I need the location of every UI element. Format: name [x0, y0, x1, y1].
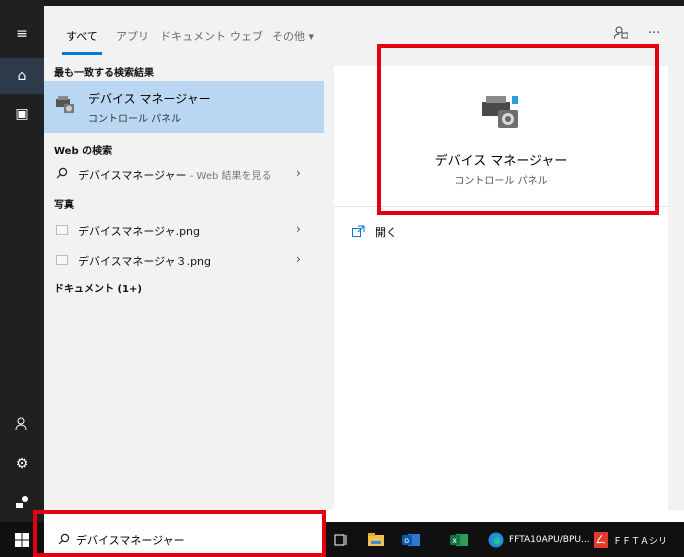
search-input[interactable]: デバイスマネージャー	[76, 532, 185, 548]
tab-apps[interactable]: アプリ	[116, 28, 149, 44]
section-documents[interactable]: ドキュメント (1+)	[54, 280, 142, 295]
detail-subtitle: コントロール パネル	[454, 176, 548, 187]
tab-web[interactable]: ウェブ	[230, 28, 263, 44]
hamburger-menu-icon[interactable]: ≡	[0, 16, 44, 52]
taskbar-app-pdf[interactable]: ＦＦＴＡシリ	[594, 531, 667, 549]
task-view-icon[interactable]	[334, 531, 348, 549]
svg-text:x: x	[452, 536, 457, 545]
feedback-person-icon[interactable]	[613, 26, 629, 44]
tab-documents[interactable]: ドキュメント	[160, 28, 226, 44]
excel-icon[interactable]: x	[450, 531, 468, 549]
web-search-item[interactable]: デバイスマネージャー - Web 結果を見る ›	[44, 162, 324, 188]
notebook-icon[interactable]: ▣	[0, 96, 44, 132]
outlook-icon[interactable]: o	[402, 531, 420, 549]
open-action[interactable]: 開く	[352, 224, 397, 240]
open-label: 開く	[375, 226, 397, 239]
chevron-right-icon[interactable]: ›	[296, 222, 301, 236]
image-file-icon	[56, 255, 68, 265]
best-match-subtitle: コントロール パネル	[88, 114, 182, 125]
feedback-icon[interactable]	[0, 484, 44, 520]
account-icon[interactable]	[0, 406, 44, 442]
photo-item[interactable]: デバイスマネージャ.png ›	[44, 218, 324, 244]
tab-more[interactable]: その他 ▾	[272, 28, 314, 44]
taskbar: o x FFTA10APU/BPU... ＦＦＴＡシリ	[326, 522, 684, 557]
more-options-icon[interactable]: ···	[648, 26, 660, 41]
taskbar-search-box[interactable]: デバイスマネージャー	[44, 522, 326, 557]
start-button[interactable]	[0, 522, 44, 557]
best-match-item[interactable]: デバイス マネージャー コントロール パネル	[44, 81, 324, 133]
search-icon	[56, 167, 68, 182]
results-pane: 最も一致する検索結果 デバイス マネージャー コントロール パネル Web の検…	[44, 58, 324, 510]
taskbar-app-label: ＦＦＴＡシリ	[613, 536, 668, 547]
file-explorer-icon[interactable]	[368, 531, 384, 549]
web-search-text: デバイスマネージャー - Web 結果を見る	[78, 169, 272, 182]
search-scope-tabs: すべて アプリ ドキュメント ウェブ その他 ▾ ···	[44, 0, 684, 58]
chevron-right-icon[interactable]: ›	[296, 252, 301, 266]
active-tab-indicator	[62, 52, 102, 55]
photo-name: デバイスマネージャ.png	[78, 225, 201, 238]
detail-header: デバイス マネージャー コントロール パネル	[334, 66, 668, 207]
device-manager-icon	[54, 93, 76, 118]
left-rail: ≡ ⌂ ▣ ⚙	[0, 0, 44, 522]
open-icon	[352, 225, 365, 240]
photo-name: デバイスマネージャ３.png	[78, 255, 212, 268]
taskbar-app-edge[interactable]: FFTA10APU/BPU...	[488, 531, 590, 549]
home-icon[interactable]: ⌂	[0, 58, 44, 94]
settings-gear-icon[interactable]: ⚙	[0, 446, 44, 482]
detail-title: デバイス マネージャー	[434, 154, 568, 169]
photo-item[interactable]: デバイスマネージャ３.png ›	[44, 248, 324, 274]
section-photos: 写真	[54, 200, 74, 211]
pdf-icon	[594, 532, 608, 548]
best-match-title: デバイス マネージャー	[88, 92, 211, 106]
detail-pane: デバイス マネージャー コントロール パネル 開く	[334, 66, 668, 510]
section-web: Web の検索	[54, 146, 113, 157]
svg-text:o: o	[404, 536, 409, 545]
edge-icon	[488, 532, 504, 548]
taskbar-app-label: FFTA10APU/BPU...	[509, 535, 590, 545]
search-icon	[58, 533, 70, 548]
device-manager-large-icon	[478, 90, 522, 133]
tab-all[interactable]: すべて	[66, 28, 98, 44]
image-file-icon	[56, 225, 68, 235]
chevron-right-icon[interactable]: ›	[296, 166, 301, 180]
section-best-match: 最も一致する検索結果	[54, 68, 154, 79]
windows-logo-icon	[15, 533, 29, 550]
